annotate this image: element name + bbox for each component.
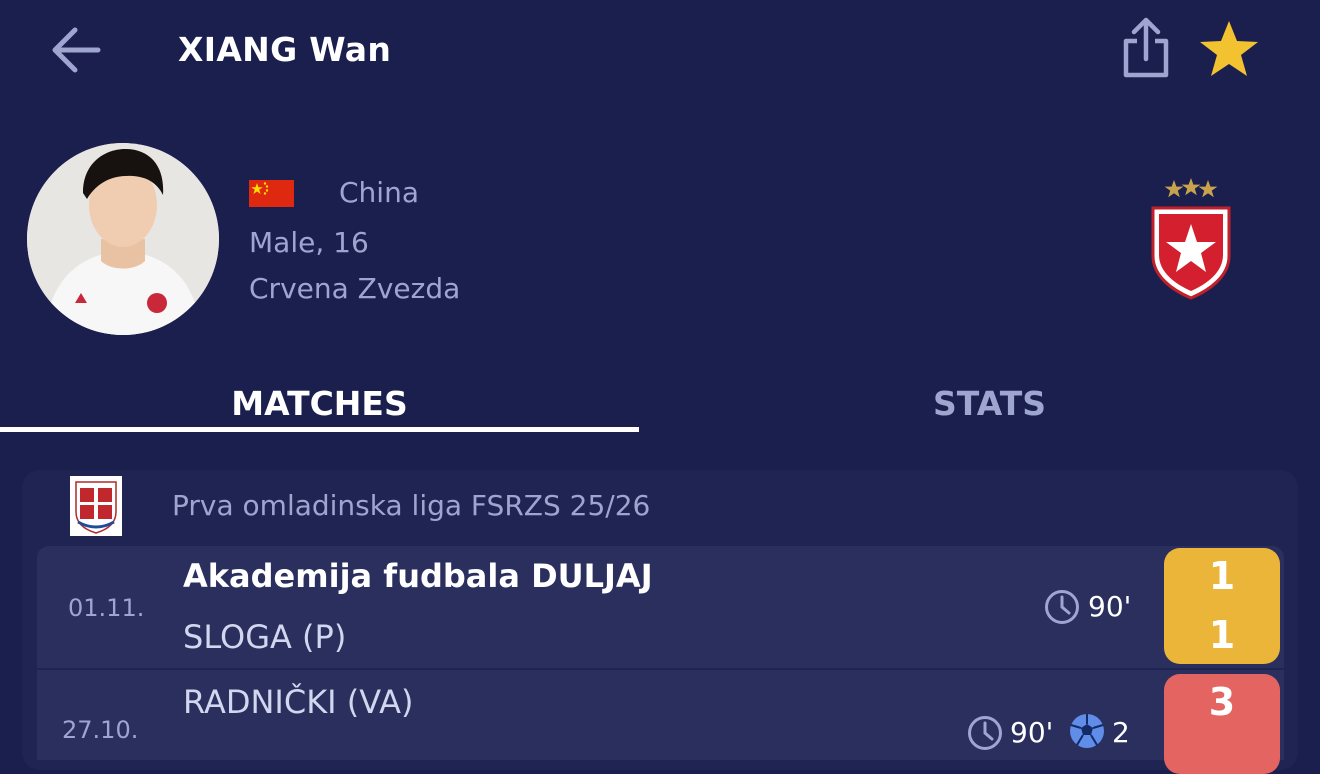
- favorite-button[interactable]: [1196, 18, 1262, 80]
- active-tab-indicator: [0, 427, 639, 432]
- fss-crest-icon: [70, 476, 122, 536]
- score-badge: 1 1: [1164, 548, 1280, 664]
- score-away: 1: [1208, 613, 1236, 657]
- back-button[interactable]: [48, 22, 104, 78]
- tab-stats[interactable]: STATS: [659, 384, 1320, 423]
- score-badge: 3: [1164, 674, 1280, 774]
- minutes-played: 90': [1010, 716, 1054, 749]
- china-flag-icon: [249, 180, 294, 207]
- club-logo[interactable]: [1148, 178, 1234, 302]
- league-name[interactable]: Prva omladinska liga FSRZS 25/26: [172, 489, 650, 522]
- page-title: XIANG Wan: [178, 30, 392, 69]
- star-icon: [1200, 21, 1258, 76]
- match-row[interactable]: 27.10. RADNIČKI (VA) 90' 2: [37, 670, 1284, 760]
- away-team: SLOGA (P): [183, 618, 347, 656]
- home-team: Akademija fudbala DULJAJ: [183, 557, 653, 595]
- arrow-left-icon: [52, 27, 101, 73]
- match-date: 27.10.: [62, 716, 139, 744]
- player-country: China: [339, 176, 419, 209]
- share-button[interactable]: [1118, 15, 1174, 81]
- tab-matches[interactable]: MATCHES: [0, 384, 639, 423]
- clock-icon: [968, 716, 1002, 750]
- player-avatar: [27, 143, 219, 335]
- goals-count: 2: [1112, 716, 1130, 749]
- score-home: 1: [1208, 554, 1236, 598]
- player-club[interactable]: Crvena Zvezda: [249, 272, 460, 305]
- player-gender-age: Male, 16: [249, 226, 369, 259]
- match-row[interactable]: 01.11. Akademija fudbala DULJAJ SLOGA (P…: [37, 546, 1284, 668]
- share-icon: [1123, 17, 1169, 78]
- crvena-zvezda-crest-icon: [1151, 178, 1231, 300]
- player-photo: [27, 143, 219, 335]
- match-date: 01.11.: [68, 594, 145, 622]
- minutes-played: 90': [1088, 590, 1132, 623]
- home-team: RADNIČKI (VA): [183, 683, 414, 721]
- score-home: 3: [1208, 680, 1236, 724]
- league-logo: [70, 476, 122, 536]
- soccer-ball-icon: [1070, 714, 1104, 748]
- clock-icon: [1045, 590, 1079, 624]
